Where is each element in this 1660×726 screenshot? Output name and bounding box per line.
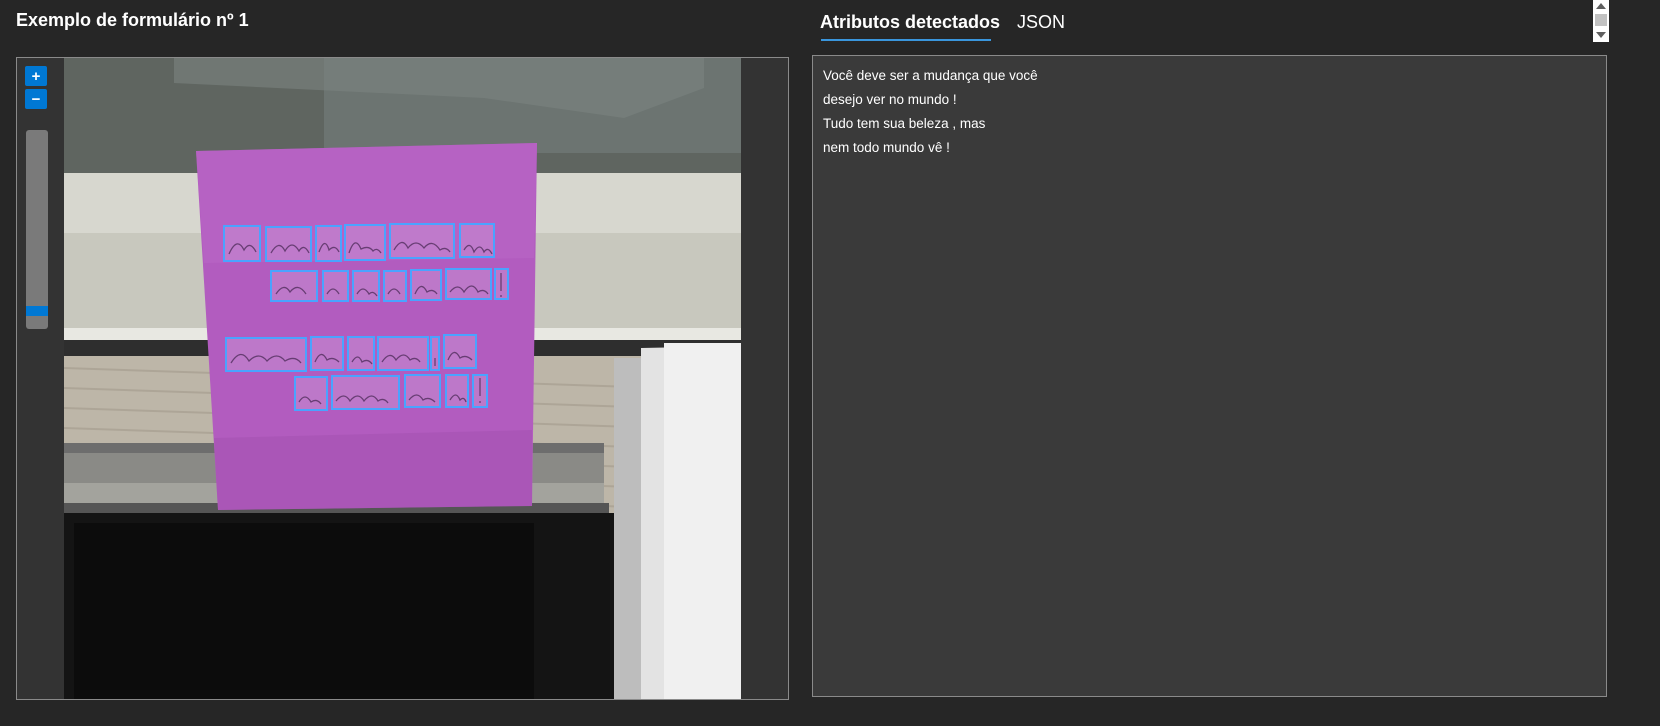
zoom-out-button[interactable]: − (25, 89, 47, 109)
detected-attributes-panel: Você deve ser a mudança que você desejo … (812, 55, 1607, 697)
scrollbar-thumb[interactable] (1595, 14, 1607, 26)
page-scrollbar[interactable] (1593, 0, 1609, 42)
sticky-note-photo (64, 58, 741, 699)
zoom-slider-thumb[interactable] (26, 306, 48, 316)
active-tab-indicator (821, 39, 991, 41)
form-sample-title: Exemplo de formulário nº 1 (16, 10, 249, 30)
image-viewer[interactable]: + − (16, 57, 789, 700)
zoom-in-button[interactable]: + (25, 66, 47, 86)
scroll-down-arrow-icon[interactable] (1596, 32, 1606, 38)
zoom-slider-track[interactable] (26, 130, 48, 329)
tab-detected-attributes[interactable]: Atributos detectados (820, 12, 1000, 33)
result-line: Você deve ser a mudança que você (823, 68, 1038, 83)
result-line: desejo ver no mundo ! (823, 92, 957, 107)
result-line: nem todo mundo vê ! (823, 140, 950, 155)
scroll-up-arrow-icon[interactable] (1596, 3, 1606, 9)
result-line: Tudo tem sua beleza , mas (823, 116, 986, 131)
tab-json[interactable]: JSON (1017, 12, 1065, 33)
